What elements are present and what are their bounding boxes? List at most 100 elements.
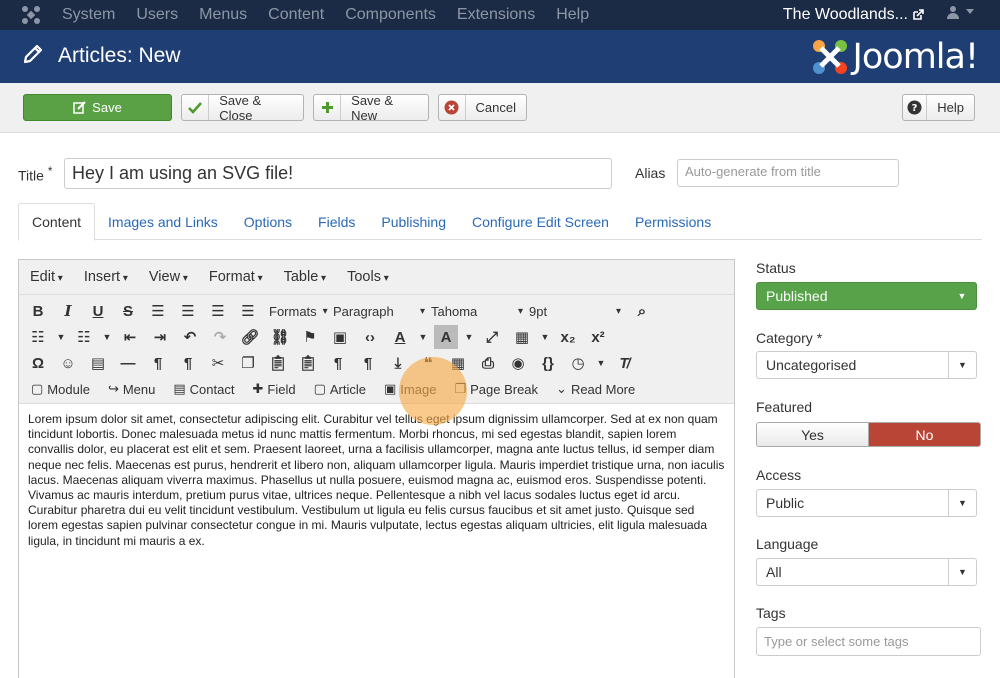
paste-icon[interactable]: 📋︎ [266,351,290,375]
editor-menu-tools[interactable]: Tools [347,269,389,285]
cancel-button[interactable]: Cancel [438,94,527,121]
menu-menus[interactable]: Menus [199,6,247,24]
tab-images-links[interactable]: Images and Links [95,203,231,240]
user-menu[interactable] [946,5,974,19]
language-select[interactable]: All ▼ [756,558,977,586]
undo-icon[interactable]: ↶ [178,325,202,349]
joomla-logo-icon[interactable] [0,0,62,30]
tab-permissions[interactable]: Permissions [622,203,724,240]
chevron-down-icon[interactable]: ▼ [540,325,550,349]
status-select[interactable]: Published ▼ [756,282,977,310]
category-select[interactable]: Uncategorised ▼ [756,351,977,379]
rtl-icon[interactable]: ¶ [176,351,200,375]
table-icon[interactable]: ▦ [510,325,534,349]
tab-publishing[interactable]: Publishing [368,203,459,240]
help-button[interactable]: ? Help [902,94,975,121]
unlink-icon[interactable]: ⛓︎ [268,325,292,349]
superscript-icon[interactable]: x² [586,325,610,349]
access-select[interactable]: Public ▼ [756,489,977,517]
read-more-button[interactable]: ⌄ Read More [556,381,635,397]
alias-input[interactable]: Auto-generate from title [677,159,899,187]
tags-input[interactable]: Type or select some tags [756,627,981,656]
datetime-icon[interactable]: ◷ [566,351,590,375]
save-button[interactable]: Save [23,94,172,121]
insert-template-icon[interactable]: ⤓ [386,351,410,375]
align-right-icon[interactable]: ☰ [206,299,230,323]
editor-menu-table[interactable]: Table [284,269,326,285]
tab-options[interactable]: Options [231,203,305,240]
menu-button[interactable]: ↪ Menu [108,381,155,397]
link-icon[interactable]: 🔗︎ [238,325,262,349]
menu-users[interactable]: Users [136,6,178,24]
menu-extensions[interactable]: Extensions [457,6,535,24]
menu-components[interactable]: Components [345,6,436,24]
paragraph-icon[interactable]: ¶ [326,351,350,375]
horizontal-rule-icon[interactable]: — [116,351,140,375]
preview-icon[interactable]: ◉ [506,351,530,375]
chevron-down-icon[interactable]: ▼ [464,325,474,349]
contact-button[interactable]: ▤ Contact [173,381,234,397]
italic-icon[interactable]: I [56,299,80,323]
print-icon[interactable]: ⎙ [476,351,500,375]
menu-content[interactable]: Content [268,6,324,24]
background-color-icon[interactable]: A [434,325,458,349]
emoticons-icon[interactable]: ☺ [56,351,80,375]
bold-icon[interactable]: B [26,299,50,323]
justify-icon[interactable]: ☰ [236,299,260,323]
align-center-icon[interactable]: ☰ [176,299,200,323]
image-icon[interactable]: ▣ [328,325,352,349]
chevron-down-icon[interactable]: ▼ [102,325,112,349]
site-link[interactable]: The Woodlands... [783,6,924,24]
anchor-icon[interactable]: ⚑ [298,325,322,349]
code-icon[interactable]: ‹› [358,325,382,349]
size-dropdown[interactable]: 9pt [529,304,621,319]
editor-menu-format[interactable]: Format [209,269,263,285]
image-button[interactable]: ▣ Image [384,381,436,397]
tab-fields[interactable]: Fields [305,203,368,240]
subscript-icon[interactable]: x₂ [556,325,580,349]
bullet-list-icon[interactable]: ☷ [26,325,50,349]
page-break-button[interactable]: ❐ Page Break [454,381,538,397]
strikethrough-icon[interactable]: S [116,299,140,323]
ltr-icon[interactable]: ¶ [146,351,170,375]
blockquote-icon[interactable]: ❝ [416,351,440,375]
editor-menu-edit[interactable]: Edit [30,269,63,285]
menu-system[interactable]: System [62,6,115,24]
save-close-button[interactable]: Save & Close [181,93,304,123]
editor-menu-insert[interactable]: Insert [84,269,128,285]
chevron-down-icon[interactable]: ▼ [418,325,428,349]
redo-icon[interactable]: ↷ [208,325,232,349]
field-button[interactable]: ✚ Field [252,381,295,397]
save-new-button[interactable]: Save & New [313,93,429,123]
outdent-icon[interactable]: ⇤ [118,325,142,349]
featured-yes-button[interactable]: Yes [757,423,869,446]
chevron-down-icon[interactable]: ▼ [596,351,606,375]
find-replace-icon[interactable]: ⌕ [630,299,654,323]
module-button[interactable]: ▢ Module [31,381,90,397]
align-left-icon[interactable]: ☰ [146,299,170,323]
show-blocks-icon[interactable]: ¶ [356,351,380,375]
special-char-icon[interactable]: Ω [26,351,50,375]
editor-content[interactable]: Lorem ipsum dolor sit amet, consectetur … [19,404,734,557]
clear-formatting-icon[interactable]: T̸ [612,351,636,375]
font-dropdown[interactable]: Tahoma [431,304,523,319]
menu-help[interactable]: Help [556,6,589,24]
source-code-icon[interactable]: {} [536,351,560,375]
underline-icon[interactable]: U [86,299,110,323]
chevron-down-icon[interactable]: ▼ [56,325,66,349]
editor-menu-view[interactable]: View [149,269,188,285]
tab-configure-edit-screen[interactable]: Configure Edit Screen [459,203,622,240]
visual-aid-icon[interactable]: ▦ [446,351,470,375]
numbered-list-icon[interactable]: ☷ [72,325,96,349]
indent-icon[interactable]: ⇥ [148,325,172,349]
tab-content[interactable]: Content [18,203,96,241]
cut-icon[interactable]: ✂ [206,351,230,375]
featured-no-button[interactable]: No [869,423,980,446]
media-icon[interactable]: ▤ [86,351,110,375]
title-input[interactable]: Hey I am using an SVG file! [64,158,612,189]
paste-text-icon[interactable]: 📋︎ [296,351,320,375]
text-color-icon[interactable]: A [388,325,412,349]
formats-dropdown[interactable]: Formats [269,304,327,319]
copy-icon[interactable]: ❐ [236,351,260,375]
fullscreen-icon[interactable]: ⤢ [480,325,504,349]
